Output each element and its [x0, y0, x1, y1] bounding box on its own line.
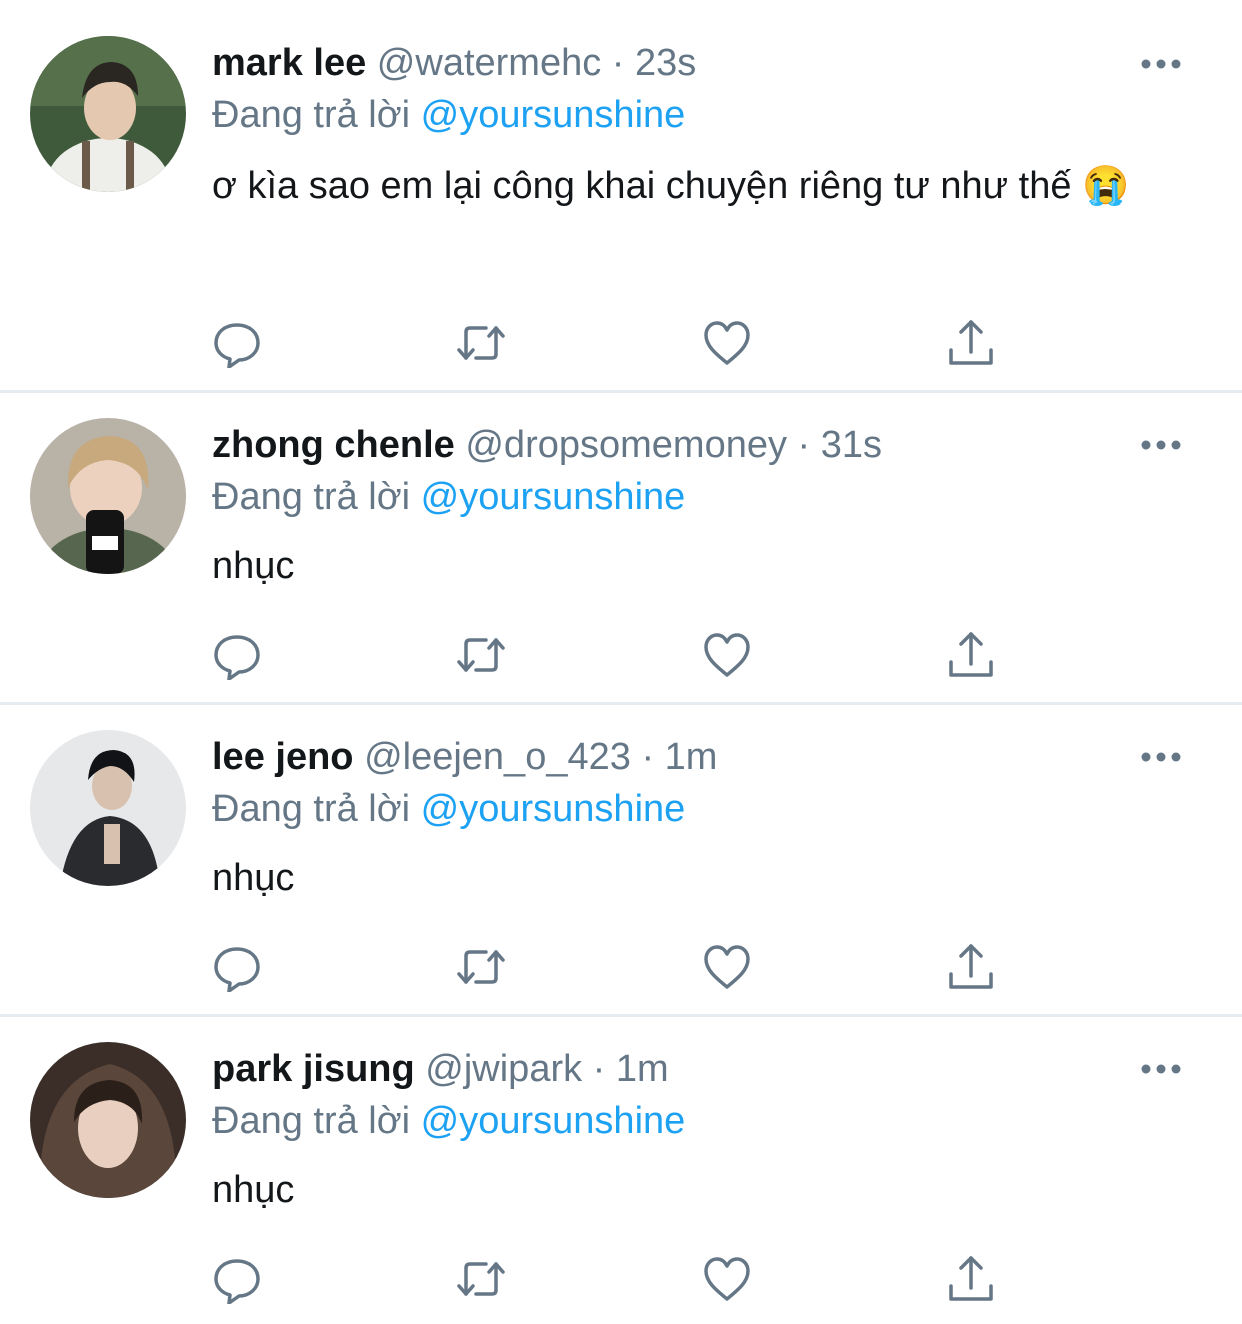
user-handle[interactable]: @leejen_o_423: [364, 736, 631, 778]
more-icon[interactable]: [1140, 1059, 1182, 1079]
replying-to: Đang trả lời @yoursunshine: [212, 784, 685, 834]
action-bar: [212, 318, 1012, 368]
separator-dot: ·: [611, 42, 625, 84]
action-bar: [212, 630, 1012, 680]
replying-label: Đang trả lời: [212, 788, 411, 830]
mention-link[interactable]: @yoursunshine: [421, 1100, 686, 1142]
share-icon[interactable]: [946, 1254, 996, 1304]
tweet[interactable]: zhong chenle @dropsomemoney · 31s Đang t…: [0, 392, 1242, 705]
share-icon[interactable]: [946, 630, 996, 680]
replying-label: Đang trả lời: [212, 476, 411, 518]
avatar-image: [30, 1042, 186, 1198]
avatar[interactable]: [30, 36, 186, 192]
heart-icon[interactable]: [702, 1254, 752, 1304]
replying-to: Đang trả lời @yoursunshine: [212, 472, 685, 522]
heart-icon[interactable]: [702, 630, 752, 680]
separator-dot: ·: [641, 736, 655, 778]
timestamp[interactable]: 1m: [616, 1048, 669, 1090]
user-handle[interactable]: @jwipark: [425, 1048, 582, 1090]
tweet[interactable]: lee jeno @leejen_o_423 · 1m Đang trả lời…: [0, 704, 1242, 1017]
user-handle[interactable]: @watermehc: [377, 42, 601, 84]
share-icon[interactable]: [946, 318, 996, 368]
avatar-image: [30, 418, 186, 574]
reply-icon[interactable]: [212, 318, 262, 368]
tweet[interactable]: park jisung @jwipark · 1m Đang trả lời @…: [0, 1016, 1242, 1324]
mention-link[interactable]: @yoursunshine: [421, 788, 686, 830]
tweet-text: nhục: [212, 545, 295, 587]
replying-label: Đang trả lời: [212, 1100, 411, 1142]
reply-icon[interactable]: [212, 942, 262, 992]
heart-icon[interactable]: [702, 318, 752, 368]
tweet-header: mark lee @watermehc · 23s: [212, 38, 696, 88]
retweet-icon[interactable]: [456, 318, 506, 368]
reply-feed: mark lee @watermehc · 23s Đang trả lời @…: [0, 0, 1242, 1324]
avatar[interactable]: [30, 1042, 186, 1198]
reply-icon[interactable]: [212, 630, 262, 680]
retweet-icon[interactable]: [456, 630, 506, 680]
avatar[interactable]: [30, 730, 186, 886]
more-icon[interactable]: [1140, 747, 1182, 767]
tweet-text: nhục: [212, 1169, 295, 1211]
tweet-header: zhong chenle @dropsomemoney · 31s: [212, 420, 882, 470]
tweet-text: nhục: [212, 857, 295, 899]
replying-to: Đang trả lời @yoursunshine: [212, 90, 685, 140]
display-name[interactable]: lee jeno: [212, 736, 354, 778]
mention-link[interactable]: @yoursunshine: [421, 476, 686, 518]
tweet-text: ơ kìa sao em lại công khai chuyện riêng …: [212, 165, 1130, 207]
replying-to: Đang trả lời @yoursunshine: [212, 1096, 685, 1146]
timestamp[interactable]: 31s: [821, 424, 882, 466]
more-icon[interactable]: [1140, 435, 1182, 455]
replying-label: Đang trả lời: [212, 94, 411, 136]
display-name[interactable]: zhong chenle: [212, 424, 455, 466]
separator-dot: ·: [592, 1048, 606, 1090]
retweet-icon[interactable]: [456, 1254, 506, 1304]
tweet-header: park jisung @jwipark · 1m: [212, 1044, 669, 1094]
display-name[interactable]: park jisung: [212, 1048, 415, 1090]
tweet[interactable]: mark lee @watermehc · 23s Đang trả lời @…: [0, 0, 1242, 393]
separator-dot: ·: [797, 424, 811, 466]
action-bar: [212, 1254, 1012, 1304]
action-bar: [212, 942, 1012, 992]
tweet-header: lee jeno @leejen_o_423 · 1m: [212, 732, 717, 782]
mention-link[interactable]: @yoursunshine: [421, 94, 686, 136]
display-name[interactable]: mark lee: [212, 42, 366, 84]
avatar-image: [30, 730, 186, 886]
user-handle[interactable]: @dropsomemoney: [465, 424, 787, 466]
avatar-image: [30, 36, 186, 192]
timestamp[interactable]: 23s: [635, 42, 696, 84]
reply-icon[interactable]: [212, 1254, 262, 1304]
retweet-icon[interactable]: [456, 942, 506, 992]
more-icon[interactable]: [1140, 54, 1182, 74]
share-icon[interactable]: [946, 942, 996, 992]
timestamp[interactable]: 1m: [665, 736, 718, 778]
avatar[interactable]: [30, 418, 186, 574]
heart-icon[interactable]: [702, 942, 752, 992]
